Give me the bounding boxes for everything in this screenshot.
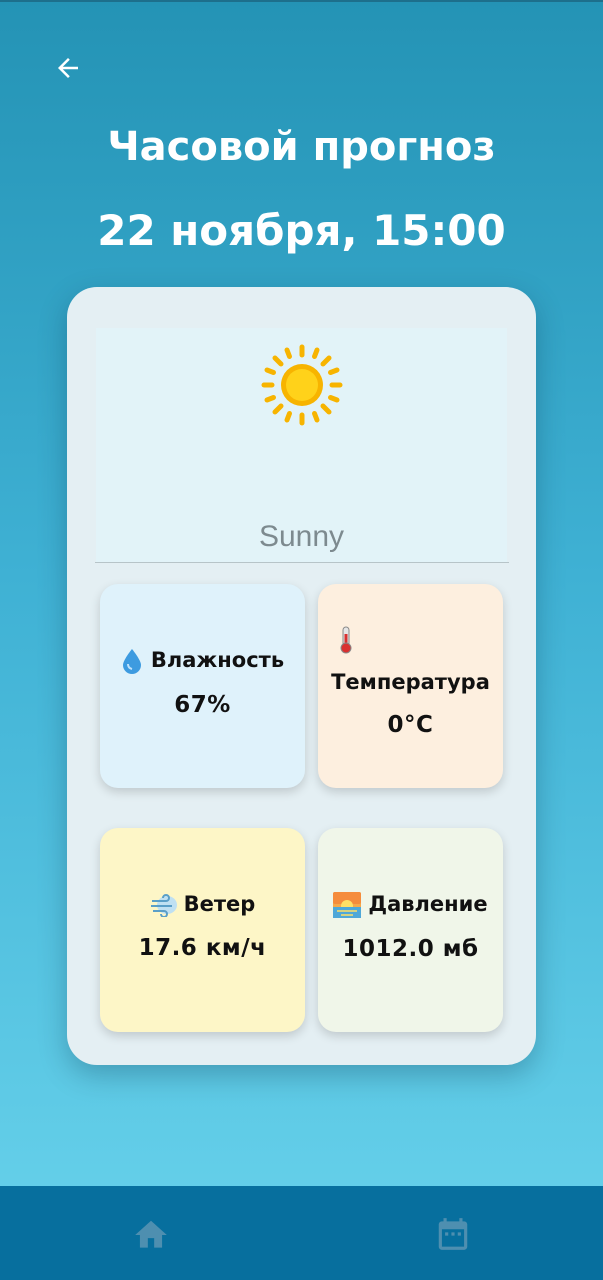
- page-title: Часовой прогноз: [107, 124, 496, 170]
- wind-icon: [150, 894, 177, 917]
- wind-label: Ветер: [183, 892, 256, 916]
- home-icon: [135, 1220, 167, 1248]
- humidity-value: 67%: [174, 692, 231, 718]
- sun-icon: [261, 344, 343, 426]
- humidity-tile: Влажность 67%: [100, 584, 305, 788]
- forecast-datetime: 22 ноября, 15:00: [97, 206, 506, 255]
- bottom-navigation: [0, 1186, 603, 1280]
- forecast-card: Sunny Влажность 67% Температура 0°C Вете…: [67, 287, 536, 1065]
- wind-tile: Ветер 17.6 км/ч: [100, 828, 305, 1032]
- status-bar: [0, 0, 603, 2]
- temperature-tile: Температура 0°C: [318, 584, 503, 788]
- temperature-value: 0°C: [387, 712, 434, 738]
- pressure-value: 1012.0 мб: [342, 936, 479, 962]
- wind-value: 17.6 км/ч: [138, 935, 267, 961]
- calendar-icon: [438, 1218, 468, 1250]
- thermometer-icon: [340, 626, 352, 654]
- humidity-label: Влажность: [150, 648, 285, 672]
- weather-summary: Sunny: [96, 328, 507, 562]
- arrow-left-icon: [58, 58, 78, 78]
- pressure-label: Давление: [368, 892, 488, 916]
- divider: [95, 562, 509, 563]
- nav-calendar-button[interactable]: [434, 1214, 472, 1254]
- nav-home-button[interactable]: [132, 1216, 170, 1254]
- sunrise-icon: [333, 892, 362, 918]
- back-button[interactable]: [44, 44, 92, 92]
- weather-condition: Sunny: [258, 520, 345, 553]
- droplet-icon: [122, 649, 141, 674]
- temperature-label: Температура: [331, 670, 490, 694]
- pressure-tile: Давление 1012.0 мб: [318, 828, 503, 1032]
